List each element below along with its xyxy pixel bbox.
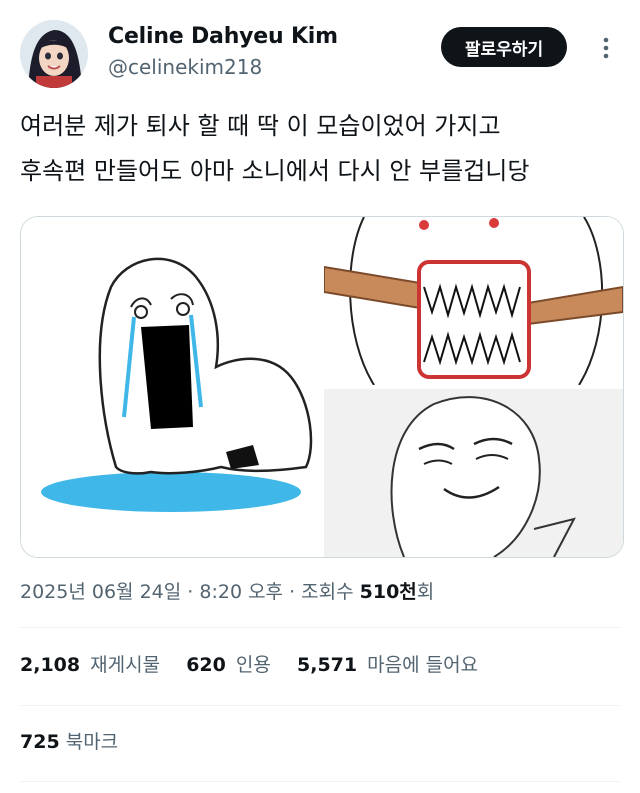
- divider: [20, 705, 620, 706]
- bookmarks-label: 북마크: [65, 731, 119, 753]
- divider: [20, 627, 620, 628]
- author-handle[interactable]: @celinekim218: [108, 55, 262, 79]
- engagement-stats: 2,108 재게시물 620 인용 5,571 마음에 들어요: [20, 650, 486, 677]
- divider: [20, 781, 620, 782]
- views-label: 조회수: [301, 581, 360, 603]
- quotes-label: 인용: [235, 654, 271, 676]
- tweet-text: 여러분 제가 퇴사 할 때 딱 이 모습이었어 가지고 후속편 만들어도 아마 …: [20, 104, 620, 194]
- views-suffix: 회: [416, 581, 435, 603]
- bookmarks-count: 725: [20, 731, 60, 753]
- likes-stat[interactable]: 5,571 마음에 들어요: [297, 654, 482, 676]
- avatar[interactable]: [20, 20, 88, 88]
- retweets-label: 재게시물: [90, 654, 161, 676]
- tweet-time[interactable]: 8:20 오후: [199, 581, 283, 603]
- meta-separator: ·: [181, 581, 200, 603]
- meta-separator: ·: [283, 581, 302, 603]
- likes-label: 마음에 들어요: [367, 654, 479, 676]
- more-vertical-icon[interactable]: [596, 35, 616, 61]
- tweet-text-line-2: 후속편 만들어도 아마 소니에서 다시 안 부를겁니당: [20, 157, 530, 185]
- quotes-stat[interactable]: 620 인용: [186, 654, 275, 676]
- retweets-count: 2,108: [20, 654, 81, 676]
- tweet-date[interactable]: 2025년 06월 24일: [20, 581, 181, 603]
- tweet-header: Celine Dahyeu Kim @celinekim218 팔로우하기: [0, 0, 640, 90]
- media-grid: [20, 216, 624, 558]
- likes-count: 5,571: [297, 654, 358, 676]
- bookmarks-stat[interactable]: 725 북마크: [20, 727, 118, 754]
- tweet-text-line-1: 여러분 제가 퇴사 할 때 딱 이 모습이었어 가지고: [20, 112, 501, 140]
- author-name[interactable]: Celine Dahyeu Kim: [108, 24, 338, 49]
- media-image-teeth-meme[interactable]: [324, 217, 623, 385]
- follow-button[interactable]: 팔로우하기: [441, 27, 567, 67]
- quotes-count: 620: [186, 654, 226, 676]
- views-count: 510천: [359, 581, 417, 603]
- media-image-smug-face-meme[interactable]: [324, 389, 623, 557]
- tweet-meta: 2025년 06월 24일 · 8:20 오후 · 조회수 510천회: [20, 577, 434, 604]
- media-image-crying-meme[interactable]: [21, 217, 320, 557]
- retweets-stat[interactable]: 2,108 재게시물: [20, 654, 164, 676]
